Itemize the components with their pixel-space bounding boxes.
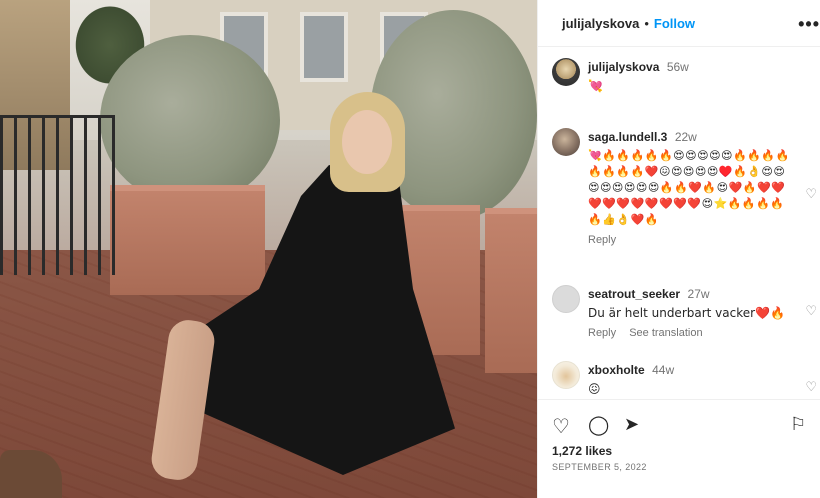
avatar[interactable] [552,285,580,313]
share-icon[interactable]: ➤ [624,414,639,435]
reply-button[interactable]: Reply [588,234,616,246]
comment-like-icon[interactable]: ♡ [805,379,817,395]
comment-text: Du är helt underbart vacker❤️🔥 [588,306,785,320]
comment-time[interactable]: 44w [652,363,674,377]
comment-actions: Reply See translation [588,327,793,339]
photo-face [342,110,392,174]
comments-list[interactable]: julijalyskova 56w 💘 saga.lundell.3 22w 💘… [538,47,820,399]
photo-planter [485,208,537,373]
comment-username[interactable]: xboxholte [588,363,645,377]
photo-shrub [100,35,280,205]
post-date[interactable]: SEPTEMBER 5, 2022 [552,462,647,472]
see-translation-button[interactable]: See translation [629,327,702,339]
comment-item: saga.lundell.3 22w 💘🔥🔥🔥🔥🔥😍😍😍😍😍🔥🔥🔥🔥🔥🔥🔥🔥❤️… [552,128,817,268]
post-side-panel: julijalyskova • Follow ••• julijalyskova… [537,0,820,498]
avatar[interactable] [552,361,580,389]
caption-time[interactable]: 56w [667,60,689,74]
instagram-post-view: julijalyskova • Follow ••• julijalyskova… [0,0,820,498]
comment-item: xboxholte 44w 😖 ♡ [552,361,817,399]
action-bar: ♡ ◯ ➤ ⚐ [552,414,812,438]
comment-item: seatrout_seeker 27w Du är helt underbart… [552,285,817,343]
more-options-icon[interactable]: ••• [798,14,820,35]
comment-body: seatrout_seeker 27w Du är helt underbart… [588,285,793,339]
comment-username[interactable]: seatrout_seeker [588,287,680,301]
comment-body: saga.lundell.3 22w 💘🔥🔥🔥🔥🔥😍😍😍😍😍🔥🔥🔥🔥🔥🔥🔥🔥❤️… [588,128,793,246]
photo-planter [110,185,265,295]
author-username[interactable]: julijalyskova [562,16,639,31]
comment-time[interactable]: 22w [675,130,697,144]
caption-body: julijalyskova 56w 💘 [588,58,793,94]
comment-time[interactable]: 27w [688,287,710,301]
follow-button[interactable]: Follow [654,16,695,31]
reply-button[interactable]: Reply [588,327,616,339]
post-header: julijalyskova • Follow ••• [538,0,820,47]
avatar[interactable] [552,128,580,156]
comment-username[interactable]: saga.lundell.3 [588,130,667,144]
comment-like-icon[interactable]: ♡ [805,186,817,202]
caption-username[interactable]: julijalyskova [588,60,659,74]
comment-like-icon[interactable]: ♡ [805,303,817,319]
comment-body: xboxholte 44w 😖 [588,361,793,397]
photo-window [300,12,348,82]
post-footer: ♡ ◯ ➤ ⚐ 1,272 likes SEPTEMBER 5, 2022 [538,399,820,498]
comment-text: 😖 [588,382,601,396]
comment-actions: Reply [588,234,793,246]
comment-text: 💘🔥🔥🔥🔥🔥😍😍😍😍😍🔥🔥🔥🔥🔥🔥🔥🔥❤️😖😍😍😍😍♥️🔥👌😍😍😍😍😍😍😍😍🔥🔥… [588,149,790,226]
separator-dot: • [644,15,649,31]
avatar[interactable] [552,58,580,86]
photo-gate [0,115,115,275]
save-icon[interactable]: ⚐ [790,414,806,435]
likes-count[interactable]: 1,272 likes [552,444,612,458]
post-photo[interactable] [0,0,537,498]
comment-icon[interactable]: ◯ [588,414,609,437]
like-icon[interactable]: ♡ [552,414,570,439]
caption-text: 💘 [588,79,603,93]
caption-item: julijalyskova 56w 💘 [552,58,817,103]
